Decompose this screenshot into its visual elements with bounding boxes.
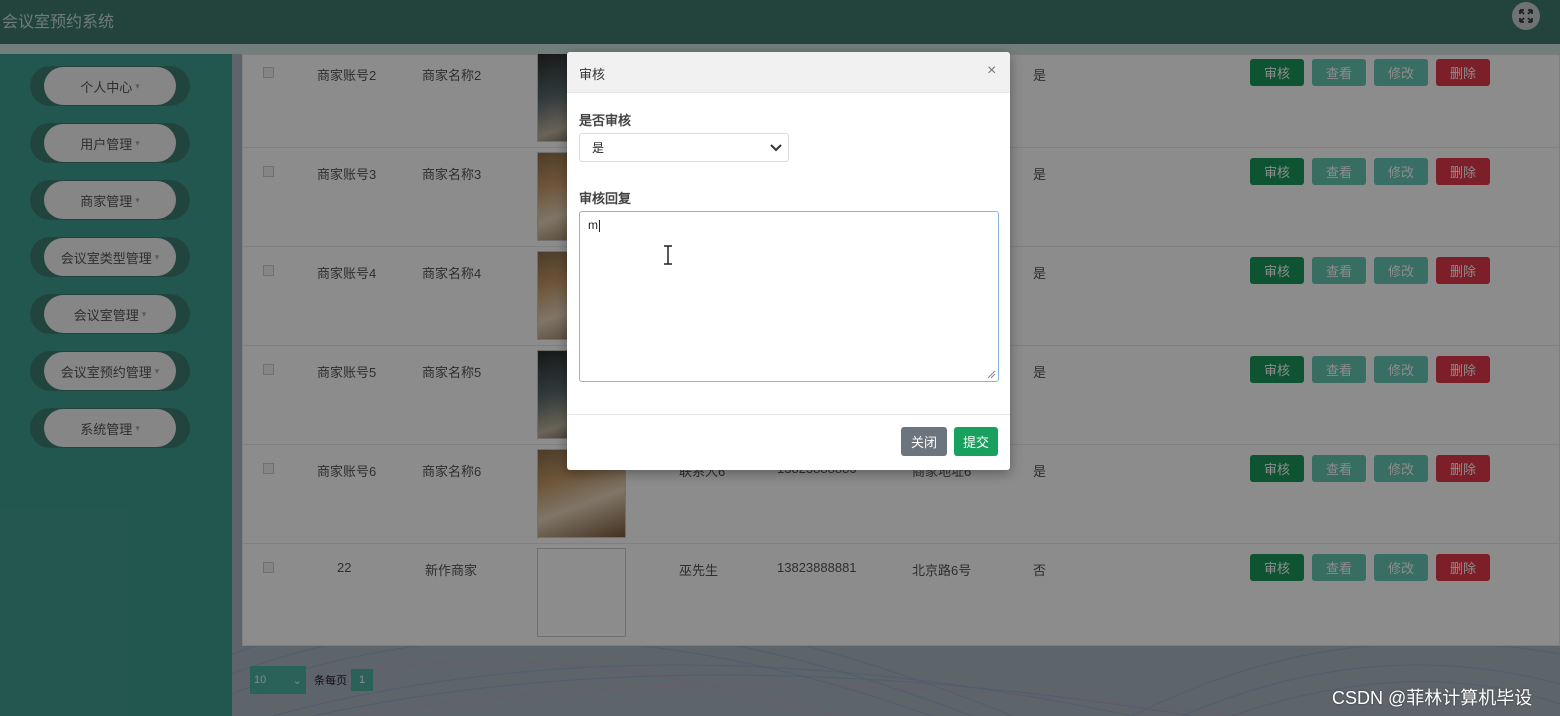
watermark: CSDN @菲林计算机毕设: [1332, 688, 1533, 708]
ibeam-cursor-icon: [664, 245, 672, 265]
audit-status-value: 是: [592, 141, 605, 155]
chevron-down-icon: [770, 143, 782, 151]
audit-dialog: 审核 × 是否审核 是 审核回复 m 关闭 提交: [567, 52, 1010, 470]
audit-reply-label: 审核回复: [579, 191, 632, 206]
submit-button[interactable]: 提交: [954, 427, 998, 456]
dialog-divider: [567, 414, 1010, 415]
audit-reply-text: m: [588, 218, 598, 232]
audit-status-label: 是否审核: [579, 113, 632, 128]
close-icon[interactable]: ×: [987, 62, 996, 80]
audit-reply-textarea[interactable]: m: [579, 211, 999, 382]
dialog-title: 审核: [579, 67, 606, 82]
audit-status-select[interactable]: 是: [579, 133, 789, 162]
text-caret: [599, 219, 600, 232]
close-button[interactable]: 关闭: [901, 427, 947, 456]
dialog-header: 审核 ×: [567, 52, 1010, 93]
resize-grip-icon[interactable]: [986, 369, 996, 379]
